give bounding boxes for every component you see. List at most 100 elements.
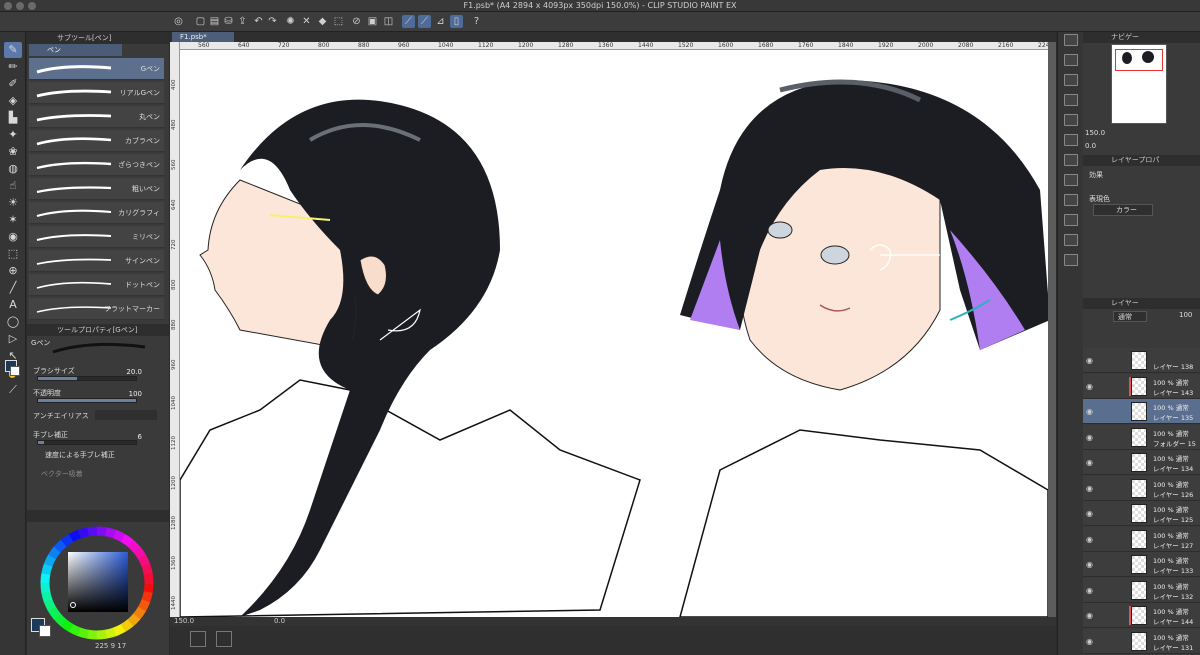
- eye-icon[interactable]: ◉: [1086, 535, 1093, 544]
- clip-studio-icon[interactable]: ◎: [172, 15, 185, 28]
- animation-toggle-icon[interactable]: [216, 631, 232, 647]
- subtool-group-tab[interactable]: ペン: [29, 44, 122, 56]
- layer-opacity-value[interactable]: 100: [1179, 311, 1192, 319]
- layer-row[interactable]: ◉ 100 % 通常 レイヤー 132: [1083, 577, 1200, 603]
- gradient-tool-icon[interactable]: ☀: [4, 195, 22, 211]
- eye-icon[interactable]: ◉: [1086, 433, 1093, 442]
- opacity-slider[interactable]: [37, 398, 137, 403]
- brush-item[interactable]: カブラペン: [29, 130, 164, 152]
- layer-row[interactable]: ◉ 100 % 通常 レイヤー 125: [1083, 501, 1200, 526]
- material-icon[interactable]: [1064, 54, 1078, 66]
- drawing-canvas[interactable]: [180, 50, 1048, 617]
- snap-special-ruler-icon[interactable]: ⟋: [418, 15, 431, 28]
- airbrush-tool-icon[interactable]: ❀: [4, 144, 22, 160]
- eye-icon[interactable]: ◉: [1086, 611, 1093, 620]
- tablet-icon[interactable]: ▯: [450, 15, 463, 28]
- clear-icon[interactable]: ✕: [300, 15, 313, 28]
- speed-stabilization-label[interactable]: 速度による手ブレ補正: [45, 450, 115, 460]
- brush-item[interactable]: ドットペン: [29, 274, 164, 296]
- material-10-icon[interactable]: [1064, 234, 1078, 246]
- stabilization-value[interactable]: 6: [122, 433, 142, 441]
- save-icon[interactable]: ⛁: [222, 15, 235, 28]
- brush-size-value[interactable]: 20.0: [122, 368, 142, 376]
- blend-mode-select[interactable]: 通常: [1113, 311, 1147, 322]
- antialias-selector[interactable]: [95, 410, 157, 420]
- open-file-icon[interactable]: ▤: [208, 15, 221, 28]
- brush-item[interactable]: ミリペン: [29, 226, 164, 248]
- loading-icon[interactable]: ✺: [284, 15, 297, 28]
- search-icon[interactable]: [1064, 34, 1078, 46]
- material-2-icon[interactable]: [1064, 74, 1078, 86]
- eye-icon[interactable]: ◉: [1086, 509, 1093, 518]
- layer-row[interactable]: ◉ 100 % 通常 レイヤー 134: [1083, 450, 1200, 475]
- fill-icon[interactable]: ◆: [316, 15, 329, 28]
- opacity-value[interactable]: 100: [122, 390, 142, 398]
- show-selection-icon[interactable]: ◫: [382, 15, 395, 28]
- color-wheel[interactable]: [37, 524, 157, 642]
- eye-icon[interactable]: ◉: [1086, 458, 1093, 467]
- export-icon[interactable]: ⇪: [236, 15, 249, 28]
- timeline-toggle-icon[interactable]: [190, 631, 206, 647]
- brush-item[interactable]: 丸ペン: [29, 106, 164, 128]
- new-file-icon[interactable]: ▢: [194, 15, 207, 28]
- redo-icon[interactable]: ↷: [266, 15, 279, 28]
- material-3-icon[interactable]: [1064, 94, 1078, 106]
- frame-tool-icon[interactable]: ▷: [4, 331, 22, 347]
- eye-icon[interactable]: ◉: [1086, 356, 1093, 365]
- display-color-select[interactable]: カラー: [1093, 204, 1153, 216]
- selection-tool-icon[interactable]: ⬚: [4, 246, 22, 262]
- balloon-tool-icon[interactable]: ◯: [4, 314, 22, 330]
- eye-icon[interactable]: ◉: [1086, 560, 1093, 569]
- invert-selection-icon[interactable]: ▣: [366, 15, 379, 28]
- eye-icon[interactable]: ◉: [1086, 637, 1093, 646]
- layer-row[interactable]: ◉ 100 % 通常 レイヤー 144: [1083, 603, 1200, 628]
- vector-snap-label[interactable]: ベクター吸着: [41, 469, 83, 479]
- figure-tool-icon[interactable]: ⊕: [4, 263, 22, 279]
- layer-row[interactable]: ◉ 100 % 通常 レイヤー 127: [1083, 526, 1200, 552]
- material-7-icon[interactable]: [1064, 174, 1078, 186]
- text-tool-icon[interactable]: A: [4, 297, 22, 313]
- pencil-tool-icon[interactable]: ✏: [4, 59, 22, 75]
- decoration-tool-icon[interactable]: ✦: [4, 127, 22, 143]
- transform-icon[interactable]: ⬚: [332, 15, 345, 28]
- eye-icon[interactable]: ◉: [1086, 382, 1093, 391]
- material-6-icon[interactable]: [1064, 154, 1078, 166]
- help-icon[interactable]: ?: [470, 15, 483, 28]
- eye-icon[interactable]: ◉: [1086, 484, 1093, 493]
- auto-select-tool-icon[interactable]: ✶: [4, 212, 22, 228]
- material-5-icon[interactable]: [1064, 134, 1078, 146]
- brush-item[interactable]: フラットマーカー: [29, 298, 164, 320]
- eraser-tool-icon[interactable]: ◈: [4, 93, 22, 109]
- material-9-icon[interactable]: [1064, 214, 1078, 226]
- material-11-icon[interactable]: [1064, 254, 1078, 266]
- brush-item[interactable]: Gペン: [29, 58, 164, 80]
- sub-color-swatch[interactable]: [10, 366, 20, 376]
- snap-ruler-icon[interactable]: ⟋: [402, 15, 415, 28]
- navigator-zoom[interactable]: 150.0: [1085, 129, 1105, 137]
- color-sub-swatch[interactable]: [39, 625, 51, 637]
- navigator-preview[interactable]: [1111, 44, 1167, 124]
- liquify-tool-icon[interactable]: ☝: [4, 178, 22, 194]
- brush-tool-icon[interactable]: ✐: [4, 76, 22, 92]
- layer-row[interactable]: ◉ 100 % 通常 フォルダー 15: [1083, 424, 1200, 450]
- zoom-readout[interactable]: 150.0: [174, 617, 194, 626]
- ruler-tool-icon[interactable]: ⟋: [4, 382, 22, 398]
- layer-row[interactable]: ◉ レイヤー 138: [1083, 348, 1200, 373]
- eyedropper-tool-icon[interactable]: ◉: [4, 229, 22, 245]
- pen-tool-icon[interactable]: ✎: [4, 42, 22, 58]
- brush-item[interactable]: 粗いペン: [29, 178, 164, 200]
- snap-grid-icon[interactable]: ⊿: [434, 15, 447, 28]
- navigator-rotate[interactable]: 0.0: [1085, 142, 1096, 150]
- blend-tool-icon[interactable]: ◍: [4, 161, 22, 177]
- material-8-icon[interactable]: [1064, 194, 1078, 206]
- eye-icon[interactable]: ◉: [1086, 586, 1093, 595]
- layer-row[interactable]: ◉ 100 % 通常 レイヤー 135: [1083, 399, 1200, 424]
- layer-row[interactable]: ◉ 100 % 通常 レイヤー 126: [1083, 475, 1200, 501]
- undo-icon[interactable]: ↶: [252, 15, 265, 28]
- layer-row[interactable]: ◉ 100 % 通常 レイヤー 133: [1083, 552, 1200, 577]
- material-4-icon[interactable]: [1064, 114, 1078, 126]
- brush-size-slider[interactable]: [37, 376, 137, 381]
- fill-tool-icon[interactable]: ▙: [4, 110, 22, 126]
- layer-row[interactable]: ◉ 100 % 通常 レイヤー 143: [1083, 373, 1200, 399]
- line-tool-icon[interactable]: ╱: [4, 280, 22, 296]
